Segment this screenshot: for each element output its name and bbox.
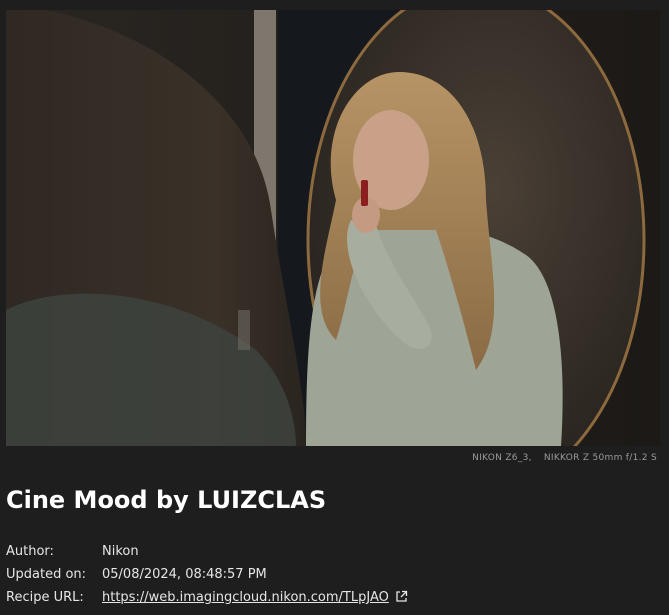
external-link-icon[interactable]	[395, 590, 408, 607]
recipe-sample-photo	[6, 10, 660, 446]
updated-value: 05/08/2024, 08:48:57 PM	[102, 567, 267, 582]
camera-body: NIKON Z6_3,	[472, 453, 532, 463]
recipe-page: NIKON Z6_3, NIKKOR Z 50mm f/1.2 S Cine Mo…	[0, 0, 669, 615]
updated-label: Updated on:	[6, 567, 87, 582]
photo-illustration	[6, 10, 660, 446]
recipe-title: Cine Mood by LUIZCLAS	[6, 486, 327, 514]
camera-info: NIKON Z6_3, NIKKOR Z 50mm f/1.2 S	[472, 453, 657, 463]
updated-row: Updated on: 05/08/2024, 08:48:57 PM	[6, 567, 267, 582]
camera-lens: NIKKOR Z 50mm f/1.2 S	[543, 453, 657, 463]
author-label: Author:	[6, 544, 54, 559]
recipe-url-label: Recipe URL:	[6, 590, 84, 605]
recipe-url-link[interactable]: https://web.imagingcloud.nikon.com/TLpJA…	[102, 590, 389, 605]
recipe-url-row: Recipe URL: https://web.imagingcloud.niko…	[6, 590, 408, 607]
author-row: Author: Nikon	[6, 544, 139, 559]
author-value: Nikon	[102, 544, 139, 559]
